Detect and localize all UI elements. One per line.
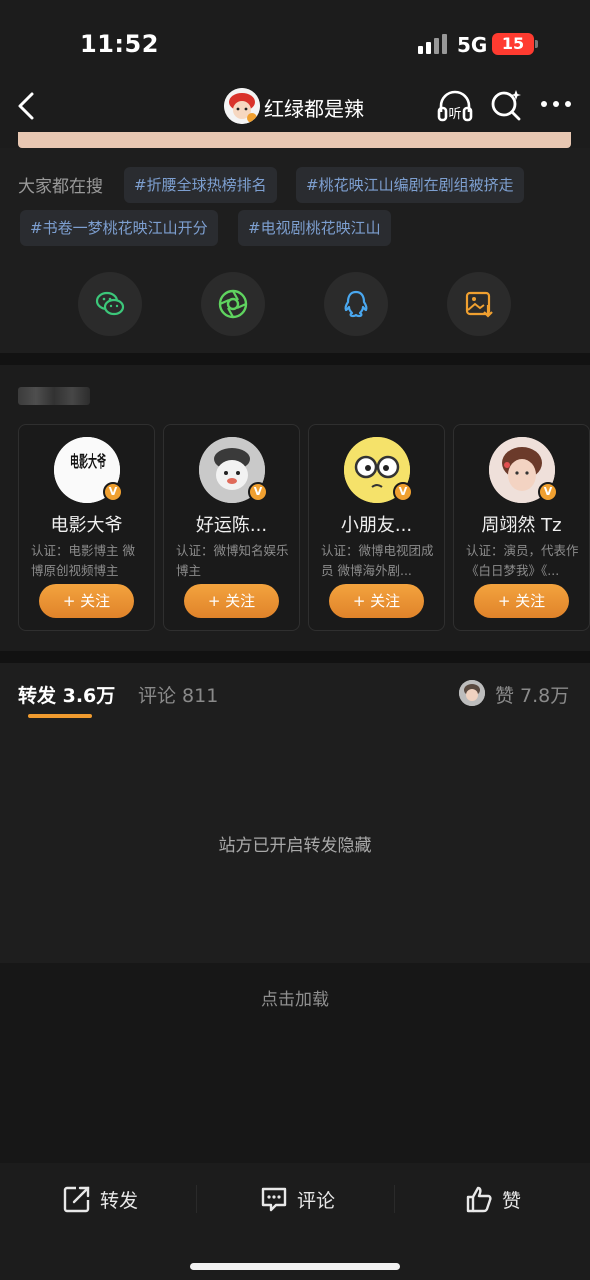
hot-search-tag[interactable]: #桃花映江山编剧在剧组被挤走 [296,167,524,203]
section-divider [0,353,590,365]
creator-name: 周翊然 Tz [481,515,562,536]
hot-search-label: 大家都在搜 [18,177,103,197]
screen: 11:52 5G 15 红绿都是辣 听 大家都在搜 #折腰全球热榜排名 #桃花映… [0,0,590,1280]
signal-icon [418,34,448,54]
repost-icon [63,1186,90,1213]
logo-text: 电影大爷 [70,452,107,471]
creator-name: 好运陈... [195,515,268,536]
repost-button[interactable]: 转发 [62,1183,138,1215]
interaction-tabs: 转发 3.6万 评论 811 赞 7.8万 站方已开启转发隐藏 [0,663,590,963]
listen-icon[interactable]: 听 [436,88,474,124]
creator-desc: 认证：微博电视团成员 微博海外剧... [321,543,434,578]
tab-repost[interactable]: 转发 3.6万 [18,681,115,708]
follow-button[interactable]: + 关注 [474,584,569,618]
comment-button[interactable]: 评论 [259,1183,335,1215]
follow-button[interactable]: + 关注 [329,584,424,618]
author-avatar[interactable] [224,88,260,124]
hot-search-tag[interactable]: #电视剧桃花映江山 [238,210,391,246]
save-image-button[interactable] [447,272,511,336]
nav-bar: 红绿都是辣 听 [0,80,590,132]
like-button[interactable]: 赞 [464,1183,521,1215]
comment-label: 评论 [297,1189,336,1212]
load-more-button[interactable]: 点击加载 [0,985,590,1010]
repost-label: 转发 [100,1189,139,1212]
share-wechat-button[interactable] [78,272,142,336]
creator-card[interactable]: V 小朋友... 认证：微博电视团成员 微博海外剧... + 关注 [308,424,445,631]
liker-avatar [459,680,485,706]
verified-badge-icon: V [393,482,413,502]
back-arrow-icon[interactable] [12,86,42,126]
creator-card[interactable]: 电影大爷 V 电影大爷 认证：电影博主 微博原创视频博主 + 关注 [18,424,155,631]
hot-search-tag[interactable]: #书卷一梦桃花映江山开分 [20,210,218,246]
tab-like[interactable]: 赞 7.8万 [495,681,569,708]
post-image-bottom [18,132,571,148]
verified-badge-icon: V [538,482,558,502]
follow-button[interactable]: + 关注 [184,584,279,618]
thumbs-up-icon [466,1186,492,1213]
home-indicator [190,1263,400,1270]
recommended-title-blurred [18,387,90,405]
wechat-icon [95,291,125,316]
tab-active-indicator [28,714,92,718]
creator-desc: 认证：电影博主 微博原创视频博主 [31,543,135,578]
section-divider [0,651,590,663]
verified-badge-icon: V [103,482,123,502]
creator-desc: 认证：演员，代表作《白日梦我》《... [466,543,579,578]
separator [196,1185,197,1213]
moments-icon [218,289,248,319]
nav-title: 红绿都是辣 [264,97,364,121]
more-icon[interactable] [540,96,572,112]
creator-card[interactable]: V 周翊然 Tz 认证：演员，代表作《白日梦我》《... + 关注 [453,424,590,631]
share-moments-button[interactable] [201,272,265,336]
tab-comment[interactable]: 评论 811 [138,681,218,708]
verified-badge-icon: V [248,482,268,502]
separator [394,1185,395,1213]
listen-label: 听 [448,107,461,122]
status-bar: 11:52 5G 15 [0,0,590,80]
comment-icon [261,1187,287,1212]
hot-search-tag[interactable]: #折腰全球热榜排名 [124,167,277,203]
search-icon[interactable] [490,88,522,122]
follow-button[interactable]: + 关注 [39,584,134,618]
creator-card[interactable]: V 好运陈... 认证：微博知名娱乐博主 + 关注 [163,424,300,631]
bottom-action-bar: 转发 评论 赞 [0,1163,590,1280]
share-qq-button[interactable] [324,272,388,336]
network-type: 5G [457,33,488,57]
save-image-icon [465,291,493,318]
creator-name: 电影大爷 [50,515,123,536]
like-label: 赞 [502,1189,522,1212]
creator-desc: 认证：微博知名娱乐博主 [176,543,289,578]
recommended-creators: 电影大爷 V 电影大爷 认证：电影博主 微博原创视频博主 + 关注 V 好运陈.… [0,365,590,657]
status-time: 11:52 [80,30,159,58]
qq-icon [344,290,368,318]
load-area: 点击加载 [0,963,590,1163]
repost-hidden-notice: 站方已开启转发隐藏 [218,836,372,856]
creator-name: 小朋友... [340,515,413,536]
battery-icon: 15 [492,33,538,55]
